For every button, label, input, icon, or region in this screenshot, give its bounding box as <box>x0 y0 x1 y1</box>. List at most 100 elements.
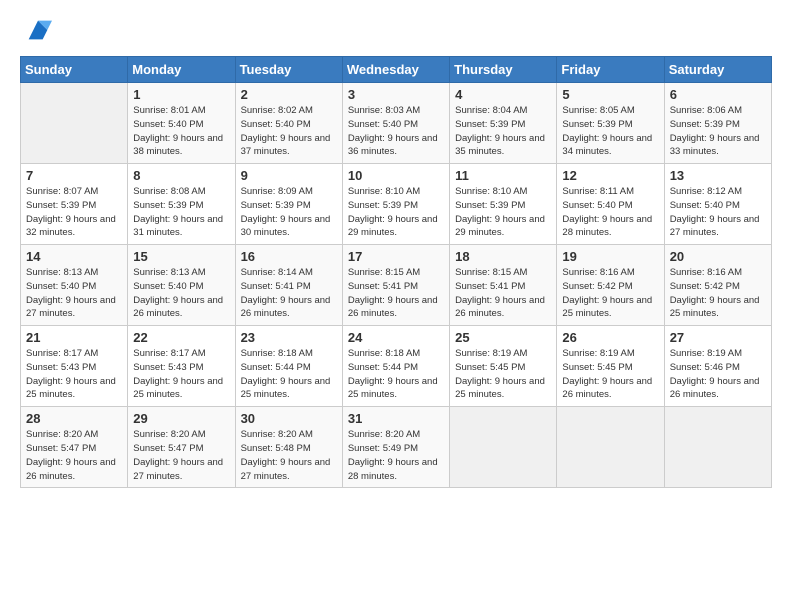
calendar-cell: 6 Sunrise: 8:06 AMSunset: 5:39 PMDayligh… <box>664 83 771 164</box>
day-info: Sunrise: 8:20 AMSunset: 5:48 PMDaylight:… <box>241 428 337 483</box>
day-number: 19 <box>562 249 658 264</box>
calendar-cell <box>21 83 128 164</box>
calendar-cell: 26 Sunrise: 8:19 AMSunset: 5:45 PMDaylig… <box>557 326 664 407</box>
calendar-cell: 20 Sunrise: 8:16 AMSunset: 5:42 PMDaylig… <box>664 245 771 326</box>
day-number: 27 <box>670 330 766 345</box>
day-number: 12 <box>562 168 658 183</box>
calendar-week-1: 1 Sunrise: 8:01 AMSunset: 5:40 PMDayligh… <box>21 83 772 164</box>
calendar-cell <box>664 407 771 488</box>
calendar-cell: 15 Sunrise: 8:13 AMSunset: 5:40 PMDaylig… <box>128 245 235 326</box>
calendar-cell: 29 Sunrise: 8:20 AMSunset: 5:47 PMDaylig… <box>128 407 235 488</box>
calendar-cell: 21 Sunrise: 8:17 AMSunset: 5:43 PMDaylig… <box>21 326 128 407</box>
calendar-cell: 10 Sunrise: 8:10 AMSunset: 5:39 PMDaylig… <box>342 164 449 245</box>
page-container: SundayMondayTuesdayWednesdayThursdayFrid… <box>0 0 792 498</box>
day-number: 23 <box>241 330 337 345</box>
day-info: Sunrise: 8:11 AMSunset: 5:40 PMDaylight:… <box>562 185 658 240</box>
calendar-cell: 4 Sunrise: 8:04 AMSunset: 5:39 PMDayligh… <box>450 83 557 164</box>
weekday-header-sunday: Sunday <box>21 57 128 83</box>
day-info: Sunrise: 8:13 AMSunset: 5:40 PMDaylight:… <box>133 266 229 321</box>
calendar-cell: 5 Sunrise: 8:05 AMSunset: 5:39 PMDayligh… <box>557 83 664 164</box>
day-number: 28 <box>26 411 122 426</box>
day-info: Sunrise: 8:07 AMSunset: 5:39 PMDaylight:… <box>26 185 122 240</box>
day-info: Sunrise: 8:10 AMSunset: 5:39 PMDaylight:… <box>455 185 551 240</box>
day-number: 20 <box>670 249 766 264</box>
logo <box>20 16 52 44</box>
calendar-cell: 18 Sunrise: 8:15 AMSunset: 5:41 PMDaylig… <box>450 245 557 326</box>
calendar-cell: 1 Sunrise: 8:01 AMSunset: 5:40 PMDayligh… <box>128 83 235 164</box>
calendar-cell: 2 Sunrise: 8:02 AMSunset: 5:40 PMDayligh… <box>235 83 342 164</box>
day-info: Sunrise: 8:04 AMSunset: 5:39 PMDaylight:… <box>455 104 551 159</box>
day-number: 11 <box>455 168 551 183</box>
day-number: 17 <box>348 249 444 264</box>
day-info: Sunrise: 8:15 AMSunset: 5:41 PMDaylight:… <box>348 266 444 321</box>
day-number: 16 <box>241 249 337 264</box>
calendar-cell: 7 Sunrise: 8:07 AMSunset: 5:39 PMDayligh… <box>21 164 128 245</box>
day-info: Sunrise: 8:03 AMSunset: 5:40 PMDaylight:… <box>348 104 444 159</box>
calendar-cell <box>557 407 664 488</box>
day-info: Sunrise: 8:17 AMSunset: 5:43 PMDaylight:… <box>26 347 122 402</box>
day-number: 8 <box>133 168 229 183</box>
calendar-cell: 11 Sunrise: 8:10 AMSunset: 5:39 PMDaylig… <box>450 164 557 245</box>
calendar-cell: 25 Sunrise: 8:19 AMSunset: 5:45 PMDaylig… <box>450 326 557 407</box>
calendar-cell: 28 Sunrise: 8:20 AMSunset: 5:47 PMDaylig… <box>21 407 128 488</box>
day-info: Sunrise: 8:17 AMSunset: 5:43 PMDaylight:… <box>133 347 229 402</box>
day-info: Sunrise: 8:16 AMSunset: 5:42 PMDaylight:… <box>562 266 658 321</box>
day-number: 22 <box>133 330 229 345</box>
calendar-header: SundayMondayTuesdayWednesdayThursdayFrid… <box>21 57 772 83</box>
day-info: Sunrise: 8:19 AMSunset: 5:46 PMDaylight:… <box>670 347 766 402</box>
day-number: 24 <box>348 330 444 345</box>
day-info: Sunrise: 8:19 AMSunset: 5:45 PMDaylight:… <box>562 347 658 402</box>
calendar-cell: 14 Sunrise: 8:13 AMSunset: 5:40 PMDaylig… <box>21 245 128 326</box>
weekday-header-saturday: Saturday <box>664 57 771 83</box>
day-info: Sunrise: 8:16 AMSunset: 5:42 PMDaylight:… <box>670 266 766 321</box>
calendar-cell: 8 Sunrise: 8:08 AMSunset: 5:39 PMDayligh… <box>128 164 235 245</box>
calendar-table: SundayMondayTuesdayWednesdayThursdayFrid… <box>20 56 772 488</box>
weekday-header-tuesday: Tuesday <box>235 57 342 83</box>
day-number: 4 <box>455 87 551 102</box>
day-number: 3 <box>348 87 444 102</box>
day-info: Sunrise: 8:19 AMSunset: 5:45 PMDaylight:… <box>455 347 551 402</box>
day-info: Sunrise: 8:20 AMSunset: 5:49 PMDaylight:… <box>348 428 444 483</box>
header <box>20 16 772 44</box>
logo-icon <box>24 16 52 44</box>
day-number: 21 <box>26 330 122 345</box>
day-info: Sunrise: 8:06 AMSunset: 5:39 PMDaylight:… <box>670 104 766 159</box>
day-number: 5 <box>562 87 658 102</box>
calendar-cell: 3 Sunrise: 8:03 AMSunset: 5:40 PMDayligh… <box>342 83 449 164</box>
calendar-cell: 9 Sunrise: 8:09 AMSunset: 5:39 PMDayligh… <box>235 164 342 245</box>
calendar-cell: 30 Sunrise: 8:20 AMSunset: 5:48 PMDaylig… <box>235 407 342 488</box>
day-number: 6 <box>670 87 766 102</box>
calendar-cell: 12 Sunrise: 8:11 AMSunset: 5:40 PMDaylig… <box>557 164 664 245</box>
day-info: Sunrise: 8:12 AMSunset: 5:40 PMDaylight:… <box>670 185 766 240</box>
day-number: 9 <box>241 168 337 183</box>
calendar-cell: 24 Sunrise: 8:18 AMSunset: 5:44 PMDaylig… <box>342 326 449 407</box>
weekday-header-wednesday: Wednesday <box>342 57 449 83</box>
calendar-week-4: 21 Sunrise: 8:17 AMSunset: 5:43 PMDaylig… <box>21 326 772 407</box>
day-number: 29 <box>133 411 229 426</box>
day-number: 25 <box>455 330 551 345</box>
calendar-cell: 16 Sunrise: 8:14 AMSunset: 5:41 PMDaylig… <box>235 245 342 326</box>
calendar-cell: 23 Sunrise: 8:18 AMSunset: 5:44 PMDaylig… <box>235 326 342 407</box>
day-info: Sunrise: 8:09 AMSunset: 5:39 PMDaylight:… <box>241 185 337 240</box>
day-info: Sunrise: 8:02 AMSunset: 5:40 PMDaylight:… <box>241 104 337 159</box>
day-info: Sunrise: 8:20 AMSunset: 5:47 PMDaylight:… <box>133 428 229 483</box>
weekday-header-thursday: Thursday <box>450 57 557 83</box>
calendar-cell: 17 Sunrise: 8:15 AMSunset: 5:41 PMDaylig… <box>342 245 449 326</box>
day-number: 13 <box>670 168 766 183</box>
day-number: 1 <box>133 87 229 102</box>
calendar-cell: 13 Sunrise: 8:12 AMSunset: 5:40 PMDaylig… <box>664 164 771 245</box>
calendar-body: 1 Sunrise: 8:01 AMSunset: 5:40 PMDayligh… <box>21 83 772 488</box>
day-info: Sunrise: 8:08 AMSunset: 5:39 PMDaylight:… <box>133 185 229 240</box>
day-info: Sunrise: 8:05 AMSunset: 5:39 PMDaylight:… <box>562 104 658 159</box>
calendar-week-3: 14 Sunrise: 8:13 AMSunset: 5:40 PMDaylig… <box>21 245 772 326</box>
day-number: 2 <box>241 87 337 102</box>
day-number: 7 <box>26 168 122 183</box>
day-info: Sunrise: 8:14 AMSunset: 5:41 PMDaylight:… <box>241 266 337 321</box>
weekday-header-row: SundayMondayTuesdayWednesdayThursdayFrid… <box>21 57 772 83</box>
day-info: Sunrise: 8:15 AMSunset: 5:41 PMDaylight:… <box>455 266 551 321</box>
calendar-cell <box>450 407 557 488</box>
calendar-cell: 19 Sunrise: 8:16 AMSunset: 5:42 PMDaylig… <box>557 245 664 326</box>
day-number: 30 <box>241 411 337 426</box>
day-number: 15 <box>133 249 229 264</box>
calendar-cell: 31 Sunrise: 8:20 AMSunset: 5:49 PMDaylig… <box>342 407 449 488</box>
